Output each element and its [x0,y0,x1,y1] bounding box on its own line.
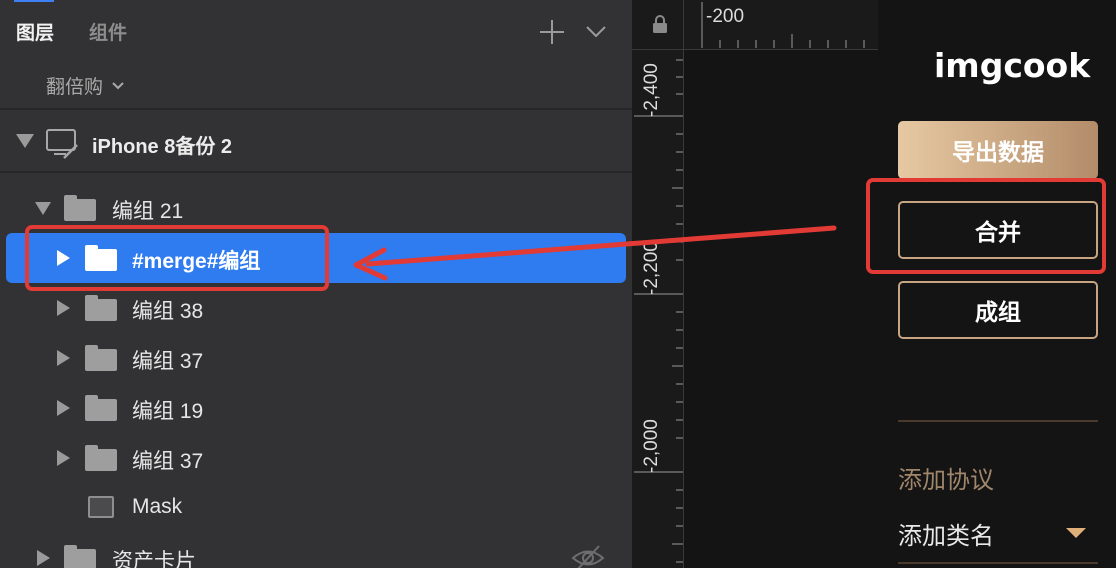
ruler-left-label: -2,000 [641,419,662,473]
layer-row[interactable]: 编组 37 [0,333,632,383]
annotation-box-merge [866,178,1106,274]
tab-components[interactable]: 组件 [89,18,127,45]
disclosure-right-icon[interactable] [57,350,70,366]
divider [898,420,1098,422]
ruler-left-label: -2,400 [641,63,662,117]
page-selector[interactable]: 翻倍购 [46,72,125,99]
disclosure-right-icon[interactable] [37,550,50,566]
annotation-box-layer [25,225,329,291]
panel-tabs: 图层 组件 [0,0,632,60]
ruler-top-label: -200 [706,6,745,27]
layer-row[interactable]: Mask [0,483,632,533]
artboard-icon [46,129,78,159]
classname-select-value: 添加类名 [898,523,994,550]
layer-label: 资产卡片 [112,550,196,568]
divider [0,171,632,173]
layer-label: 编组 21 [112,200,184,223]
chevron-down-icon[interactable] [583,18,609,44]
eye-hidden-icon[interactable] [571,543,605,568]
ruler-vertical: -2,400 -2,200 -2,000 [632,50,684,568]
disclosure-right-icon[interactable] [57,300,70,316]
group-button[interactable]: 成组 [898,281,1098,339]
artboard-name: iPhone 8备份 2 [92,136,233,158]
layer-row[interactable]: 编组 37 [0,433,632,483]
layer-label: Mask [132,495,183,518]
layer-label: 编组 37 [132,450,204,473]
select-underline [898,562,1098,564]
add-protocol-heading[interactable]: 添加协议 [898,460,994,495]
layer-label: 编组 37 [132,350,204,373]
chevron-down-icon [112,81,124,89]
disclosure-right-icon[interactable] [57,400,70,416]
folder-icon [64,195,96,221]
classname-select[interactable]: 添加类名 [898,514,1098,564]
ruler-ticks [634,59,683,563]
export-data-button[interactable]: 导出数据 [898,121,1098,179]
tab-layers[interactable]: 图层 [16,18,54,45]
layer-label: 编组 38 [132,300,204,323]
layer-row[interactable]: 编组 19 [0,383,632,433]
ruler-left-label: -2,200 [641,241,662,295]
layer-row[interactable]: 资产卡片 [0,533,632,568]
mask-icon [88,496,114,518]
folder-icon [85,395,117,421]
folder-icon [85,445,117,471]
design-canvas[interactable]: -200 -2,400 -2,200 -2,000 [632,0,878,568]
lock-icon[interactable] [652,14,668,34]
folder-icon [64,545,96,568]
active-tab-indicator [14,0,54,2]
ruler-corner[interactable] [632,0,684,50]
disclosure-down-icon[interactable] [16,134,34,148]
add-icon[interactable] [538,18,566,46]
page-selector-label: 翻倍购 [46,77,104,98]
imgcook-logo: imgcook [934,46,1091,85]
divider [0,108,632,110]
folder-icon [85,295,117,321]
disclosure-down-icon[interactable] [35,202,51,215]
artboard-row[interactable]: iPhone 8备份 2 [0,112,632,172]
folder-icon [85,345,117,371]
layer-label: 编组 19 [132,400,204,423]
imgcook-panel: imgcook 导出数据 合并 成组 添加协议 添加类名 [878,0,1116,568]
disclosure-right-icon[interactable] [57,450,70,466]
caret-down-icon [1066,528,1086,538]
